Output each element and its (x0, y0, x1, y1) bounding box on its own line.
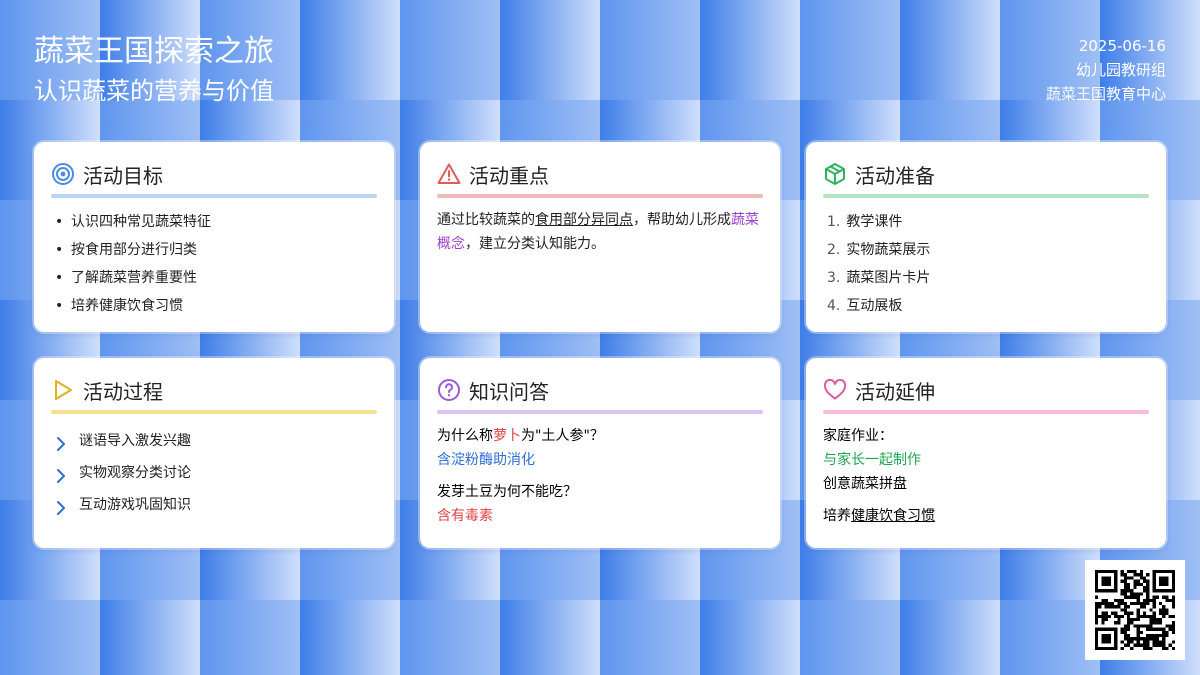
highlight-healthy-habits: 健康饮食习惯 (851, 508, 935, 524)
focus-paragraph: 通过比较蔬菜的食用部分异同点，帮助幼儿形成蔬菜概念，建立分类认知能力。 (437, 208, 763, 256)
card-divider (437, 410, 763, 414)
list-item: 认识四种常见蔬菜特征 (55, 208, 377, 236)
card-title: 活动重点 (469, 163, 549, 188)
background-tile (400, 0, 500, 100)
background-tile (900, 600, 1000, 675)
card-divider (437, 194, 763, 198)
list-item: 1. 教学课件 (827, 208, 1149, 236)
background-tile (600, 0, 700, 100)
answer-1: 含淀粉酶助消化 (437, 452, 535, 468)
highlight-radish: 萝卜 (493, 428, 521, 444)
org-label: 幼儿园教研组 (1075, 61, 1166, 79)
background-tile (700, 0, 800, 100)
list-item: 4. 互动展板 (827, 292, 1149, 320)
list-item: 了解蔬菜营养重要性 (55, 264, 377, 292)
header-meta: 2025-06-16 幼儿园教研组 蔬菜王国教育中心 (1046, 34, 1166, 106)
list-text: 教学课件 (846, 214, 903, 230)
extension-content: 家庭作业： 与家长一起制作 创意蔬菜拼盘 培养健康饮食习惯 (823, 424, 1149, 528)
card-goal: 活动目标 认识四种常见蔬菜特征 按食用部分进行归类 了解蔬菜营养重要性 培养健康… (34, 142, 394, 332)
card-quiz: 知识问答 为什么称萝卜为"土人参"？ 含淀粉酶助消化 发芽土豆为何不能吃？ 含有… (420, 358, 780, 548)
question-circle-icon (437, 378, 461, 402)
list-text: 实物蔬菜展示 (846, 242, 931, 258)
box-icon (823, 162, 847, 186)
chevron-right-icon (57, 437, 65, 451)
card-title: 活动准备 (855, 163, 935, 188)
date-label: 2025-06-16 (1078, 37, 1166, 55)
chevron-right-icon (57, 469, 65, 483)
list-item: 谜语导入激发兴趣 (51, 424, 377, 456)
list-number: 1. (827, 214, 841, 230)
background-tile (500, 600, 600, 675)
center-label: 蔬菜王国教育中心 (1045, 85, 1166, 103)
card-extension: 活动延伸 家庭作业： 与家长一起制作 创意蔬菜拼盘 培养健康饮食习惯 (806, 358, 1166, 548)
list-text: 谜语导入激发兴趣 (79, 433, 191, 449)
card-divider (51, 194, 377, 198)
goal-list: 认识四种常见蔬菜特征 按食用部分进行归类 了解蔬菜营养重要性 培养健康饮食习惯 (51, 208, 377, 320)
homework-task: 与家长一起制作 (823, 452, 921, 468)
qr-code-icon (1095, 570, 1175, 650)
list-item: 按食用部分进行归类 (55, 236, 377, 264)
question-2: 发芽土豆为何不能吃？ (437, 484, 577, 500)
text-run: ，建立分类认知能力。 (465, 236, 605, 252)
chevron-right-icon (57, 501, 65, 515)
text-run: 培养 (823, 508, 851, 524)
background-tile (400, 600, 500, 675)
page-title: 蔬菜王国探索之旅 (34, 34, 274, 69)
quiz-content: 为什么称萝卜为"土人参"？ 含淀粉酶助消化 发芽土豆为何不能吃？ 含有毒素 (437, 424, 763, 528)
list-text: 实物观察分类讨论 (79, 465, 191, 481)
highlight-edible-parts: 食用部分异同点 (535, 212, 633, 228)
background-tile (700, 600, 800, 675)
background-tile (200, 600, 300, 675)
background-tile (900, 0, 1000, 100)
background-tile (300, 0, 400, 100)
header-title-block: 蔬菜王国探索之旅 认识蔬菜的营养与价值 (34, 32, 274, 108)
background-tile (500, 0, 600, 100)
target-icon (51, 162, 75, 186)
card-process: 活动过程 谜语导入激发兴趣 实物观察分类讨论 互动游戏巩固知识 (34, 358, 394, 548)
homework-item: 创意蔬菜拼盘 (823, 476, 907, 492)
prep-list: 1. 教学课件 2. 实物蔬菜展示 3. 蔬菜图片卡片 4. 互动展板 (823, 208, 1149, 320)
answer-2: 含有毒素 (437, 508, 493, 524)
text-run: 为什么称 (437, 428, 493, 444)
background-tile (800, 600, 900, 675)
background-tile (600, 600, 700, 675)
card-title: 活动过程 (83, 379, 163, 404)
text-run: 通过比较蔬菜的 (437, 212, 535, 228)
card-divider (823, 410, 1149, 414)
card-title: 活动延伸 (855, 379, 935, 404)
text-run: ，帮助幼儿形成 (633, 212, 731, 228)
list-text: 互动展板 (846, 298, 903, 314)
list-item: 培养健康饮食习惯 (55, 292, 377, 320)
list-number: 4. (827, 298, 841, 314)
card-divider (823, 194, 1149, 198)
warning-triangle-icon (437, 162, 461, 186)
background-tile (0, 600, 100, 675)
list-item: 3. 蔬菜图片卡片 (827, 264, 1149, 292)
background-tile (300, 600, 400, 675)
list-number: 2. (827, 242, 841, 258)
list-item: 互动游戏巩固知识 (51, 488, 377, 520)
card-title: 知识问答 (469, 379, 549, 404)
card-divider (51, 410, 377, 414)
question-1: 为什么称萝卜为"土人参"？ (437, 424, 763, 448)
text-run: 为"土人参"？ (521, 428, 604, 444)
list-item: 2. 实物蔬菜展示 (827, 236, 1149, 264)
list-item: 实物观察分类讨论 (51, 456, 377, 488)
heart-icon (823, 378, 847, 402)
process-list: 谜语导入激发兴趣 实物观察分类讨论 互动游戏巩固知识 (51, 424, 377, 520)
list-text: 蔬菜图片卡片 (846, 270, 931, 286)
list-text: 互动游戏巩固知识 (79, 497, 191, 513)
qr-code (1085, 560, 1185, 660)
background-tile (800, 0, 900, 100)
list-number: 3. (827, 270, 841, 286)
card-title: 活动目标 (83, 163, 163, 188)
background-tile (100, 600, 200, 675)
card-focus: 活动重点 通过比较蔬菜的食用部分异同点，帮助幼儿形成蔬菜概念，建立分类认知能力。 (420, 142, 780, 332)
card-prep: 活动准备 1. 教学课件 2. 实物蔬菜展示 3. 蔬菜图片卡片 4. 互动展板 (806, 142, 1166, 332)
play-triangle-icon (51, 378, 75, 402)
homework-label: 家庭作业： (823, 428, 893, 444)
page-subtitle: 认识蔬菜的营养与价值 (34, 77, 274, 105)
habit-line: 培养健康饮食习惯 (823, 504, 1149, 528)
